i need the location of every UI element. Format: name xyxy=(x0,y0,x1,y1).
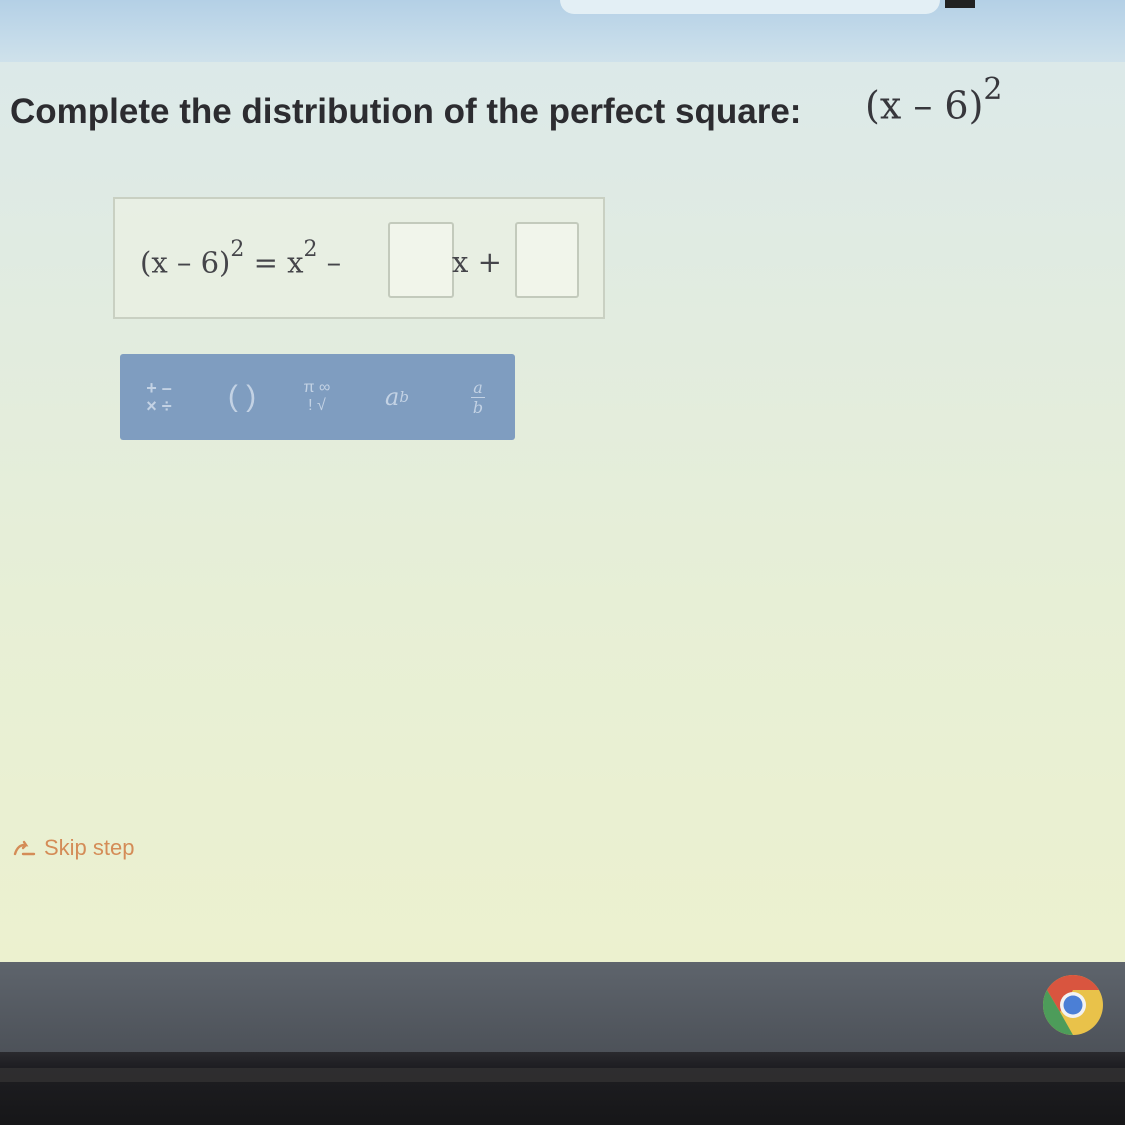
skip-step-label: Skip step xyxy=(44,835,135,860)
equals-x: = x xyxy=(244,245,304,280)
taskbar xyxy=(0,962,1125,1052)
operators-button[interactable]: + – × ÷ xyxy=(134,354,184,440)
special-bottom: ! √ xyxy=(308,397,326,414)
answer-blank-constant[interactable] xyxy=(515,222,579,298)
parentheses-label: ( ) xyxy=(227,380,257,413)
power-base: a xyxy=(385,383,400,411)
lhs-exponent: 2 xyxy=(230,237,245,262)
special-symbols-button[interactable]: π ∞ ! √ xyxy=(292,354,342,440)
skip-step-link[interactable]: Skip step xyxy=(12,835,135,861)
math-toolbar: + – × ÷ ( ) π ∞ ! √ ab a b xyxy=(120,354,515,440)
skip-arrow-icon xyxy=(13,840,36,856)
top-bezel xyxy=(0,0,1125,70)
special-top: π ∞ xyxy=(303,379,331,396)
screen-glare xyxy=(560,0,940,14)
question-prompt: Complete the distribution of the perfect… xyxy=(10,92,802,131)
question-math-base: (x – 6) xyxy=(865,83,984,128)
middle-term-suffix: x + xyxy=(452,245,502,279)
question-math-exponent: 2 xyxy=(983,72,1003,107)
operators-top: + – xyxy=(146,378,172,398)
frac-num: a xyxy=(473,377,483,397)
power-exp: b xyxy=(399,388,409,406)
x-exponent: 2 xyxy=(303,237,318,262)
answer-expression: (x – 6)2 = x2 – xyxy=(140,237,342,280)
frac-den: b xyxy=(472,397,484,417)
operators-bottom: × ÷ xyxy=(146,396,172,416)
exponent-button[interactable]: ab xyxy=(372,354,422,440)
question-expression: (x – 6)2 xyxy=(865,72,1003,128)
chrome-icon[interactable] xyxy=(1042,974,1104,1036)
minus-sign: – xyxy=(317,245,342,280)
fraction-button[interactable]: a b xyxy=(458,354,498,440)
bottom-bezel xyxy=(0,1052,1125,1125)
parentheses-button[interactable]: ( ) xyxy=(212,354,272,440)
lhs-base: (x – 6) xyxy=(140,245,231,280)
bezel-edge xyxy=(0,1068,1125,1082)
screen: Complete the distribution of the perfect… xyxy=(0,0,1125,1125)
bezel-notch xyxy=(945,0,975,8)
answer-blank-middle-coefficient[interactable] xyxy=(388,222,454,298)
